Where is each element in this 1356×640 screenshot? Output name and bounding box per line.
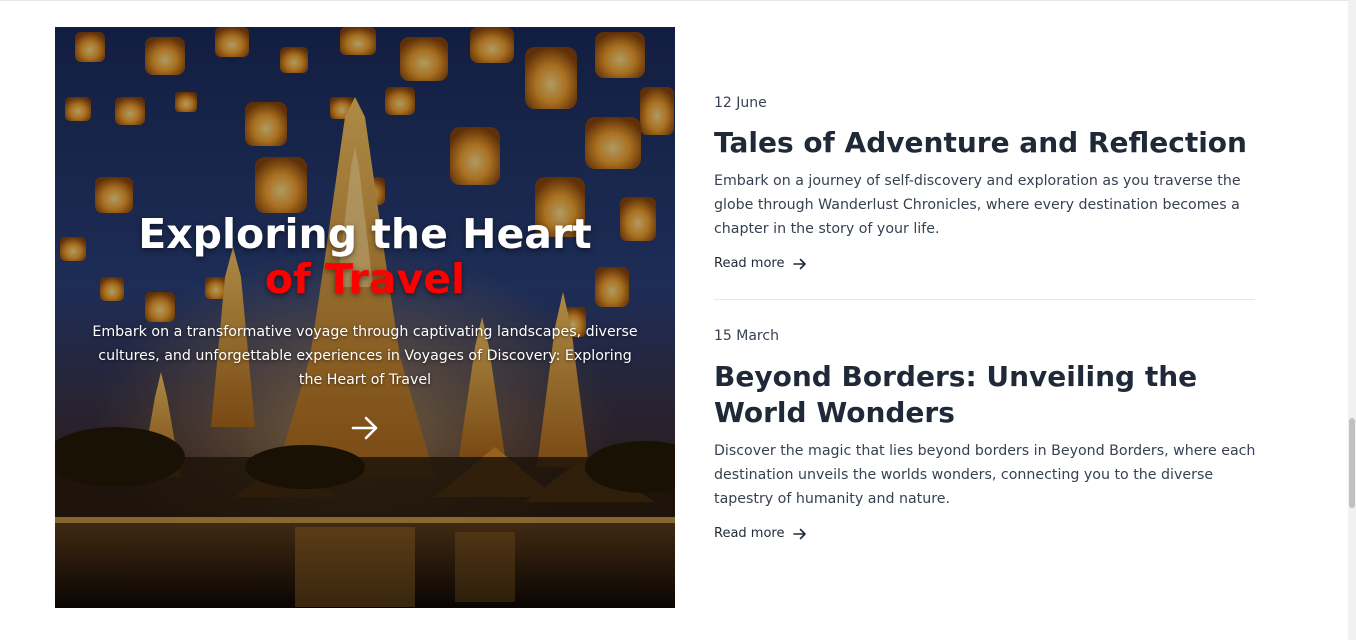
arrow-right-icon[interactable] — [351, 415, 379, 441]
article-title[interactable]: Tales of Adventure and Reflection — [714, 125, 1259, 161]
article-card: 15 March Beyond Borders: Unveiling the W… — [714, 326, 1259, 543]
arrow-right-icon — [793, 258, 807, 270]
read-more-link[interactable]: Read more — [714, 255, 807, 273]
article-title[interactable]: Beyond Borders: Unveiling the World Wond… — [714, 359, 1259, 431]
scrollbar[interactable] — [1348, 0, 1356, 640]
hero-overlay — [55, 27, 675, 608]
hero-title-line1: Exploring the Heart — [138, 210, 592, 258]
article-date: 12 June — [714, 95, 767, 111]
article-excerpt: Embark on a journey of self-discovery an… — [714, 173, 1241, 237]
hero-card[interactable]: Exploring the Heart of Travel Embark on … — [55, 27, 675, 608]
hero-title: Exploring the Heart of Travel — [75, 210, 655, 303]
article-card: 12 June Tales of Adventure and Reflectio… — [714, 93, 1259, 273]
arrow-right-icon — [793, 528, 807, 540]
read-more-label: Read more — [714, 526, 785, 541]
scrollbar-thumb[interactable] — [1349, 418, 1355, 508]
hero-title-accent: of Travel — [264, 255, 466, 303]
read-more-link[interactable]: Read more — [714, 525, 807, 543]
top-divider — [0, 0, 1348, 1]
read-more-label: Read more — [714, 256, 785, 271]
article-divider — [714, 299, 1255, 300]
article-excerpt: Discover the magic that lies beyond bord… — [714, 443, 1256, 507]
hero-description: Embark on a transformative voyage throug… — [92, 324, 638, 388]
article-date: 15 March — [714, 328, 779, 344]
